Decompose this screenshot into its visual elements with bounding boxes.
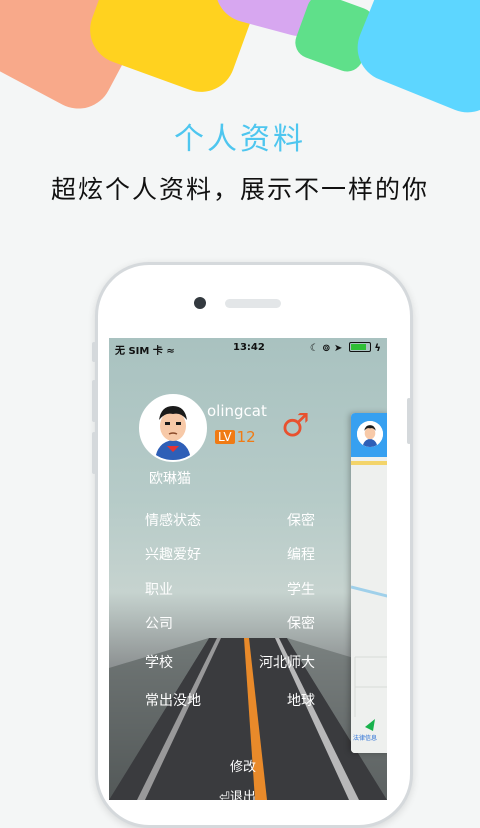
map-card[interactable]: 法律信息 bbox=[351, 413, 387, 753]
moon-icon: ☾ bbox=[309, 343, 319, 354]
status-bar: 无 SIM 卡 ≈ 13:42 ☾ ⊚ ➤ ϟ bbox=[109, 338, 387, 358]
status-icons: ☾ ⊚ ➤ ϟ bbox=[310, 342, 381, 354]
promo-subtitle: 超炫个人资料，展示不一样的你 bbox=[50, 175, 429, 204]
logout-icon: ⏎ bbox=[219, 790, 230, 800]
decor-blob-blue bbox=[347, 0, 480, 123]
map-legal-link[interactable]: 法律信息 bbox=[353, 733, 377, 742]
phone-volume-up bbox=[92, 380, 96, 422]
level-indicator: LV 12 bbox=[215, 428, 256, 446]
profile-avatar[interactable] bbox=[139, 394, 207, 462]
earpiece-speaker bbox=[225, 299, 281, 308]
phone-power-button bbox=[407, 398, 411, 444]
male-gender-icon: ♂ bbox=[281, 406, 310, 444]
profile-username: olingcat bbox=[207, 402, 267, 420]
logout-button[interactable]: ⏎退出 bbox=[219, 786, 256, 800]
profile-nickname: 欧琳猫 bbox=[149, 471, 191, 487]
map-card-header bbox=[351, 413, 387, 457]
level-badge: LV bbox=[215, 430, 235, 444]
map-view[interactable]: 法律信息 bbox=[351, 457, 387, 753]
carrier-label: 无 SIM 卡 ≈ bbox=[115, 346, 175, 357]
location-icon: ➤ bbox=[334, 343, 343, 354]
battery-icon bbox=[348, 342, 371, 352]
level-value: 12 bbox=[236, 428, 256, 446]
edit-button[interactable]: 修改 bbox=[230, 756, 256, 775]
wifi-icon: ≈ bbox=[166, 346, 175, 357]
map-card-avatar bbox=[357, 421, 383, 447]
phone-screen: 无 SIM 卡 ≈ 13:42 ☾ ⊚ ➤ ϟ olingcat LV 12 ♂ … bbox=[109, 338, 387, 800]
promo-title: 个人资料 bbox=[174, 122, 306, 157]
front-camera bbox=[194, 297, 206, 309]
status-time: 13:42 bbox=[233, 342, 265, 353]
charging-icon: ϟ bbox=[374, 343, 381, 354]
lock-rotation-icon: ⊚ bbox=[322, 343, 331, 354]
phone-mute-switch bbox=[92, 342, 96, 362]
phone-volume-down bbox=[92, 432, 96, 474]
